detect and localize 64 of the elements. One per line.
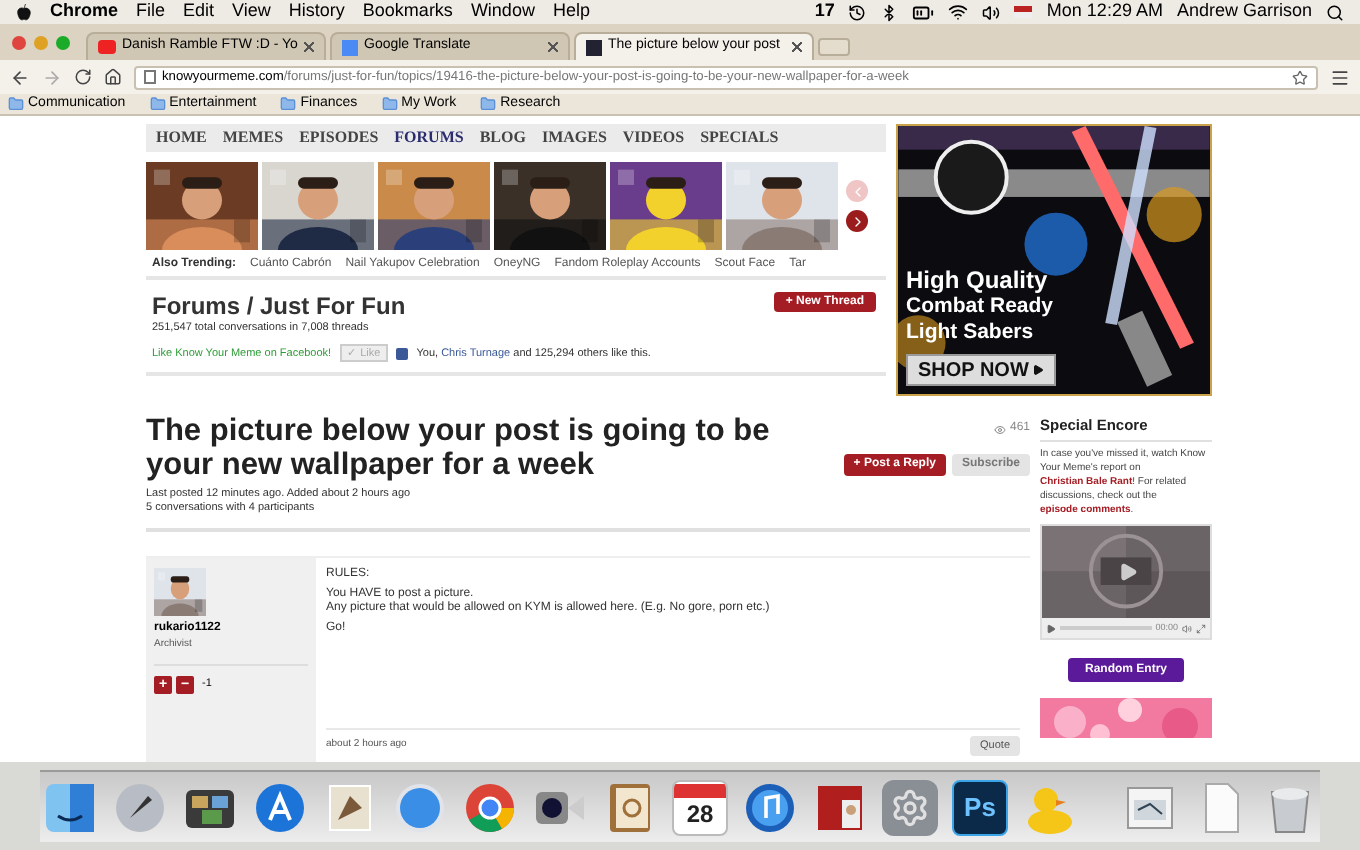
shop-now-button[interactable]: SHOP NOW bbox=[906, 354, 1057, 386]
page-icon bbox=[144, 70, 156, 84]
wifi-icon[interactable] bbox=[948, 2, 969, 22]
ad-headline: Light Sabers bbox=[906, 320, 1036, 346]
nav-link[interactable]: VIDEOS bbox=[622, 126, 685, 150]
facebook-icon bbox=[396, 347, 409, 360]
next-button[interactable] bbox=[846, 210, 868, 232]
close-tab-icon[interactable] bbox=[304, 42, 314, 52]
nav-link[interactable]: MEMES bbox=[222, 126, 284, 150]
back-button[interactable] bbox=[10, 67, 30, 87]
reload-button[interactable] bbox=[74, 68, 92, 86]
close-window-button[interactable] bbox=[12, 35, 26, 49]
thread-title: The picture below your post is going to be your new wallpaper for a week bbox=[146, 414, 772, 482]
battery-icon[interactable] bbox=[912, 1, 935, 23]
nav-link[interactable]: HOME bbox=[156, 126, 207, 150]
app-store-icon[interactable] bbox=[252, 779, 308, 835]
home-button[interactable] bbox=[104, 68, 122, 86]
finder-icon[interactable] bbox=[42, 779, 98, 835]
nav-link[interactable]: SPECIALS bbox=[700, 126, 779, 150]
triangle-icon bbox=[1032, 364, 1045, 376]
menu-item[interactable]: History bbox=[288, 0, 345, 26]
ad-banner[interactable]: High Quality Combat Ready Light Sabers SHOP NOW bbox=[896, 124, 1212, 396]
site-icon bbox=[586, 39, 602, 55]
nav-link[interactable]: EPISODES bbox=[299, 126, 379, 150]
user-name[interactable]: Andrew Garrison bbox=[1176, 0, 1312, 26]
calendar-icon[interactable]: 28 bbox=[672, 779, 728, 835]
folder-icon bbox=[381, 96, 398, 112]
menu-item[interactable]: File bbox=[136, 0, 166, 26]
menu-icon[interactable] bbox=[1330, 67, 1350, 87]
close-tab-icon[interactable] bbox=[548, 42, 558, 52]
nav-link[interactable]: FORUMS bbox=[394, 126, 464, 150]
play-button[interactable] bbox=[1046, 623, 1056, 634]
folder-icon bbox=[480, 96, 497, 112]
close-tab-icon[interactable] bbox=[792, 42, 802, 52]
folder-icon bbox=[8, 96, 24, 112]
time-machine-icon[interactable] bbox=[848, 3, 867, 21]
folder-icon bbox=[280, 96, 297, 112]
nav-link[interactable]: IMAGES bbox=[541, 126, 607, 150]
volume-icon[interactable] bbox=[982, 3, 1001, 21]
bookmark-star-icon[interactable] bbox=[1292, 69, 1308, 85]
nav-link[interactable]: BLOG bbox=[479, 126, 526, 150]
apple-icon[interactable] bbox=[16, 3, 32, 21]
forum-title: Forums / Just For Fun bbox=[152, 292, 406, 320]
folder-icon bbox=[149, 96, 166, 112]
app-menu[interactable]: Chrome bbox=[50, 0, 119, 26]
ad-headline: High Quality bbox=[906, 268, 1050, 294]
menu-item[interactable]: Edit bbox=[183, 0, 215, 26]
menu-item[interactable]: View bbox=[232, 0, 271, 26]
ad-headline: Combat Ready bbox=[906, 294, 1056, 320]
play-icon[interactable] bbox=[1118, 562, 1138, 583]
bluetooth-icon[interactable] bbox=[880, 3, 899, 21]
fullscreen-icon[interactable] bbox=[1196, 623, 1206, 634]
menu-extra-badge[interactable]: 17 bbox=[814, 0, 835, 26]
photoshop-icon[interactable]: Ps bbox=[952, 779, 1008, 835]
chrome-icon[interactable] bbox=[462, 779, 518, 835]
search-icon[interactable] bbox=[1326, 3, 1344, 21]
video-play-icon bbox=[98, 40, 116, 54]
menu-item[interactable]: Window bbox=[470, 0, 535, 26]
eye-icon bbox=[993, 423, 1006, 435]
menu-item[interactable]: Help bbox=[552, 0, 590, 26]
flag-icon[interactable] bbox=[1014, 6, 1033, 18]
menu-clock[interactable]: Mon 12:29 AM bbox=[1046, 0, 1163, 26]
translate-icon bbox=[342, 39, 358, 55]
menu-item[interactable]: Bookmarks bbox=[362, 0, 453, 26]
